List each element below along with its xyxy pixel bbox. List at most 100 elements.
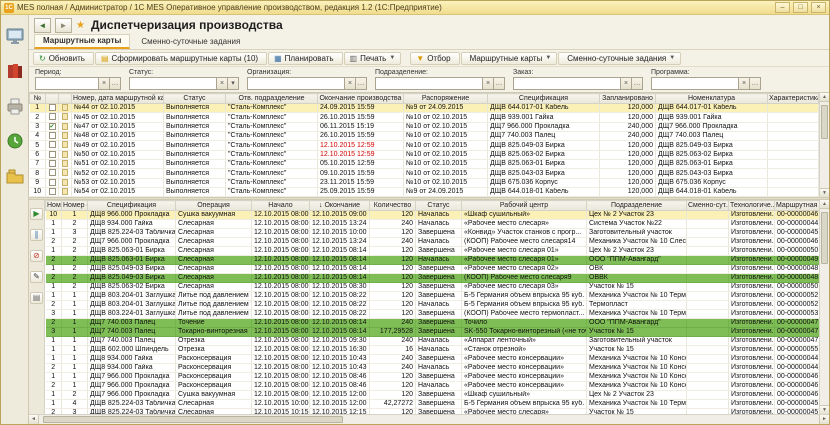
column-header[interactable]: № xyxy=(30,94,46,104)
column-header[interactable]: Статус xyxy=(416,201,462,211)
close-button[interactable]: × xyxy=(811,2,826,13)
filter-input[interactable] xyxy=(375,77,483,90)
clear-icon[interactable]: × xyxy=(345,77,356,90)
column-header[interactable]: Номенклатура xyxy=(656,94,768,104)
column-header[interactable]: Начало xyxy=(252,201,310,211)
operation-row[interactable]: 10 1 ДЩ8 966.000 Прокладка Сушка вакуумн… xyxy=(46,211,830,220)
column-header[interactable]: Спецификация xyxy=(88,201,176,211)
scroll-up-icon[interactable]: ▲ xyxy=(820,93,829,102)
toolbar-button[interactable]: ▼ Отбор xyxy=(410,52,459,65)
route-card-row[interactable]: 5 №49 от 02.10.2015 Выполняется "Сталь-К… xyxy=(30,141,819,150)
row-checkbox[interactable] xyxy=(49,151,56,158)
folder-icon[interactable] xyxy=(4,165,26,187)
scrollbar-thumb[interactable] xyxy=(821,105,828,139)
scroll-left-icon[interactable]: ◄ xyxy=(29,415,39,424)
toolbar-button[interactable]: ▦ Планировать xyxy=(268,52,342,65)
column-header[interactable]: Отв. подразделение xyxy=(226,94,318,104)
operation-row[interactable]: 2 1 ДЩ7 966.000 Прокладка Расконсервация… xyxy=(46,382,830,391)
column-header[interactable]: Технологиче... xyxy=(729,201,775,211)
scrollbar-thumb[interactable] xyxy=(43,416,343,423)
scroll-right-icon[interactable]: ► xyxy=(819,415,829,424)
stop-operation-button[interactable]: ⊘ xyxy=(30,250,43,262)
toolbar-button[interactable]: ▤ Сформировать маршрутные карты (10) xyxy=(95,52,267,65)
row-checkbox[interactable] xyxy=(49,179,56,186)
route-card-row[interactable]: 2 №45 от 02.10.2015 Выполняется "Сталь-К… xyxy=(30,113,819,122)
toolbar-button[interactable]: ▥ Печать ▼ xyxy=(344,52,402,65)
tab[interactable]: Маршрутные карты xyxy=(34,34,130,49)
column-header[interactable]: Характеристика xyxy=(768,94,819,104)
pause-operation-button[interactable]: ∥ xyxy=(30,229,43,241)
forward-button[interactable]: ► xyxy=(55,18,72,33)
toolbar-button[interactable]: Сменно-суточные задания ▼ xyxy=(558,52,681,65)
row-checkbox[interactable] xyxy=(49,132,56,139)
column-header[interactable]: Статус xyxy=(164,94,226,104)
operation-row[interactable]: 1 1 ДЩ8 934.000 Гайка Расконсервация 12.… xyxy=(46,355,830,364)
printer-icon[interactable] xyxy=(4,95,26,117)
maximize-button[interactable]: □ xyxy=(793,2,808,13)
operation-row[interactable]: 1 1 ДЩВ 602.000 Шпиндель Отрезка 12.10.2… xyxy=(46,346,830,355)
operation-row[interactable]: 3 1 ДЩ7 740.003 Палец Токарно-винторезна… xyxy=(46,328,830,337)
filter-input[interactable] xyxy=(35,77,99,90)
operation-row[interactable]: 1 4 ДЩВ 825.224-03 Табличка Слесарная 12… xyxy=(46,400,830,409)
minimize-button[interactable]: – xyxy=(775,2,790,13)
column-header[interactable]: Окончание производства xyxy=(318,94,404,104)
route-card-row[interactable]: 10 №54 от 02.10.2015 Выполняется "Сталь-… xyxy=(30,188,819,197)
clear-icon[interactable]: × xyxy=(621,77,632,90)
row-checkbox[interactable] xyxy=(49,188,56,195)
select-icon[interactable]: ▾ xyxy=(228,77,239,90)
column-header[interactable]: ↓ Окончание xyxy=(310,201,370,211)
column-header[interactable]: Запланировано xyxy=(600,94,656,104)
operation-row[interactable]: 2 2 ДЩВ 825.049-03 Бирка Слесарная 12.10… xyxy=(46,274,830,283)
operation-row[interactable]: 1 1 ДЩВ 803.204-01 Заглушка Литье под да… xyxy=(46,292,830,301)
filter-input[interactable] xyxy=(513,77,621,90)
scrollbar-thumb[interactable] xyxy=(821,212,828,264)
operation-row[interactable]: 1 3 ДЩВ 825.224-03 Табличка Слесарная 12… xyxy=(46,229,830,238)
clear-icon[interactable]: × xyxy=(739,77,750,90)
row-checkbox[interactable] xyxy=(49,141,56,148)
column-header[interactable]: Подразделение xyxy=(587,201,687,211)
operation-row[interactable]: 1 1 ДЩ7 966.000 Прокладка Расконсервация… xyxy=(46,373,830,382)
route-card-row[interactable]: 6 №50 от 02.10.2015 Выполняется "Сталь-К… xyxy=(30,150,819,159)
operation-row[interactable]: 1 2 ДЩВ 825.063-01 Бирка Слесарная 12.10… xyxy=(46,247,830,256)
column-header[interactable]: Номер оп... xyxy=(62,201,88,211)
filter-input[interactable] xyxy=(651,77,739,90)
tab[interactable]: Сменно-суточные задания xyxy=(132,35,249,49)
column-header[interactable]: Ном... xyxy=(46,201,62,211)
operation-row[interactable]: 2 1 ДЩВ 803.204-01 Заглушка Литье под да… xyxy=(46,301,830,310)
route-card-row[interactable]: 7 №51 от 02.10.2015 Выполняется "Сталь-К… xyxy=(30,160,819,169)
favorites-star-icon[interactable]: ★ xyxy=(76,20,85,31)
filter-input[interactable] xyxy=(129,77,217,90)
route-card-row[interactable]: 1 №44 от 02.10.2015 Выполняется "Сталь-К… xyxy=(30,104,819,113)
workstation-icon[interactable] xyxy=(4,25,26,47)
column-header[interactable]: Спецификация xyxy=(488,94,600,104)
toolbar-button[interactable]: ↻ Обновить xyxy=(33,52,94,65)
select-icon[interactable]: … xyxy=(110,77,121,90)
scroll-up-icon[interactable]: ▲ xyxy=(820,200,829,209)
toolbar-button[interactable]: Маршрутные карты ▼ xyxy=(461,52,558,65)
filter-input[interactable] xyxy=(247,77,345,90)
row-checkbox[interactable] xyxy=(49,169,56,176)
select-icon[interactable]: … xyxy=(632,77,643,90)
row-checkbox[interactable]: ✔ xyxy=(49,123,56,130)
column-header[interactable] xyxy=(46,94,59,104)
column-header[interactable] xyxy=(59,94,72,104)
operation-row[interactable]: 2 1 ДЩ8 934.000 Гайка Расконсервация 12.… xyxy=(46,364,830,373)
column-header[interactable]: Рабочий центр xyxy=(462,201,587,211)
scroll-down-icon[interactable]: ▼ xyxy=(820,405,829,414)
operation-row[interactable]: 1 2 ДЩВ 825.049-03 Бирка Слесарная 12.10… xyxy=(46,265,830,274)
column-header[interactable]: Распоряжение xyxy=(404,94,488,104)
documents-icon[interactable] xyxy=(4,60,26,82)
scroll-down-icon[interactable]: ▼ xyxy=(820,188,829,197)
route-card-row[interactable]: 3 ✔ №47 от 02.10.2015 Выполняется "Сталь… xyxy=(30,122,819,131)
route-card-row[interactable]: 4 №48 от 02.10.2015 Выполняется "Сталь-К… xyxy=(30,132,819,141)
select-icon[interactable]: … xyxy=(494,77,505,90)
select-icon[interactable]: … xyxy=(750,77,761,90)
operation-row[interactable]: 1 1 ДЩ7 740.003 Палец Отрезка 12.10.2015… xyxy=(46,337,830,346)
route-card-row[interactable]: 9 №53 от 02.10.2015 Выполняется "Сталь-К… xyxy=(30,178,819,187)
operation-row[interactable]: 2 1 ДЩ7 740.003 Палец Точение 12.10.2015… xyxy=(46,319,830,328)
operation-row[interactable]: 1 2 ДЩ7 966.000 Прокладка Сушка вакуумна… xyxy=(46,391,830,400)
column-header[interactable]: Номер, дата маршрутной кар... xyxy=(72,94,164,104)
operation-row[interactable]: 1 2 ДЩ8 934.000 Гайка Слесарная 12.10.20… xyxy=(46,220,830,229)
column-header[interactable]: Операция xyxy=(176,201,252,211)
operation-row[interactable]: 3 1 ДЩВ 803.224-01 Заглушка Литье под да… xyxy=(46,310,830,319)
